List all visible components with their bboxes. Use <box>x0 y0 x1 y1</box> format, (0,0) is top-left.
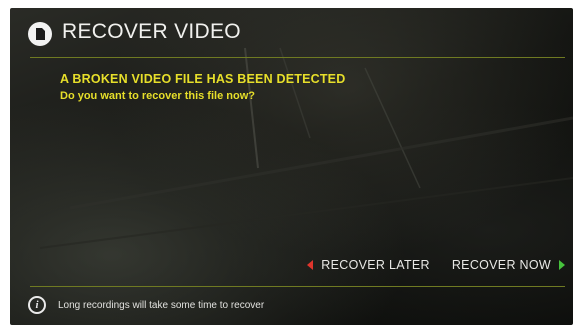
message-title: A BROKEN VIDEO FILE HAS BEEN DETECTED <box>60 72 346 86</box>
footer-divider <box>30 286 565 287</box>
recover-now-label: RECOVER NOW <box>451 258 551 272</box>
info-icon: i <box>28 296 46 314</box>
header-divider <box>30 57 565 58</box>
video-file-icon <box>28 22 52 46</box>
dialog-header: RECOVER VIDEO <box>10 8 573 56</box>
action-bar: RECOVER LATER RECOVER NOW <box>307 258 565 272</box>
chevron-right-icon <box>559 260 565 270</box>
recover-now-button[interactable]: RECOVER NOW <box>452 258 565 272</box>
info-text: Long recordings will take some time to r… <box>58 299 265 311</box>
recover-later-button[interactable]: RECOVER LATER <box>307 258 430 272</box>
dialog-title: RECOVER VIDEO <box>62 20 241 43</box>
chevron-left-icon <box>307 260 314 270</box>
recover-later-label: RECOVER LATER <box>321 258 430 272</box>
info-footer: i Long recordings will take some time to… <box>28 296 264 314</box>
message-question: Do you want to recover this file now? <box>60 90 255 102</box>
recover-video-screen: RECOVER VIDEO A BROKEN VIDEO FILE HAS BE… <box>10 8 573 325</box>
